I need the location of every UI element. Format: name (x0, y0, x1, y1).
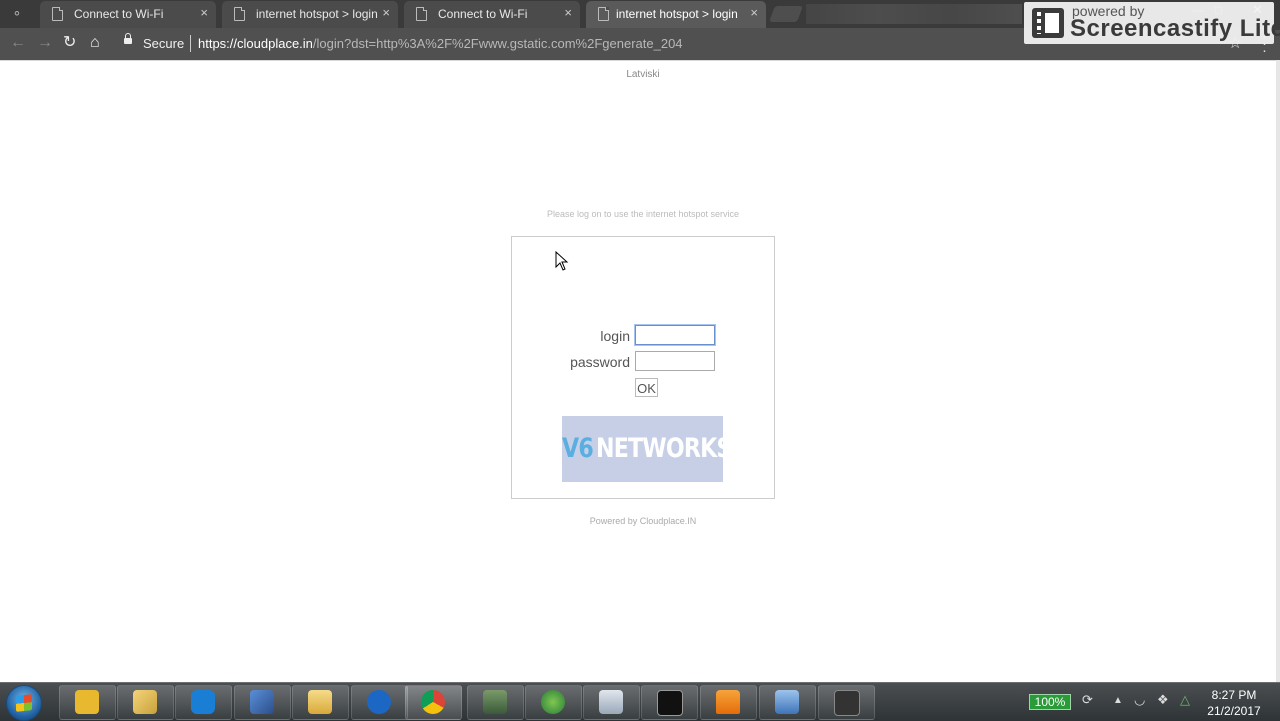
url-host: https://cloudplace.in (198, 36, 313, 51)
explorer-icon (308, 690, 332, 714)
ok-button[interactable]: OK (635, 378, 658, 397)
taskbar-globe-app[interactable] (525, 685, 582, 720)
taskbar-network-app[interactable] (351, 685, 408, 720)
control-panel-icon (775, 690, 799, 714)
close-icon[interactable]: × (200, 5, 208, 20)
tab-label: Connect to Wi-Fi (438, 7, 528, 21)
back-arrow-icon[interactable]: ← (10, 34, 26, 52)
lock-icon[interactable] (124, 33, 132, 44)
network-tool-icon (75, 690, 99, 714)
taskbar-command-prompt[interactable] (641, 685, 698, 720)
taskbar-teamviewer[interactable] (175, 685, 232, 720)
vlc-icon (716, 690, 740, 714)
password-label: password (570, 354, 630, 370)
watermark-brand: Screencastify Lite (1070, 15, 1280, 42)
page-content: Latviski Please log on to use the intern… (0, 60, 1276, 683)
tab-hotspot-login-1[interactable]: internet hotspot > login × (222, 1, 398, 28)
password-input[interactable] (635, 351, 715, 371)
page-icon (598, 7, 609, 21)
secure-label[interactable]: Secure (143, 36, 184, 51)
taskbar-utility-app[interactable] (467, 685, 524, 720)
clock-date[interactable]: 21/2/2017 (1196, 704, 1272, 718)
start-orb-icon[interactable] (6, 685, 42, 721)
close-icon[interactable]: × (382, 5, 390, 20)
taskbar-remote-desktop[interactable] (234, 685, 291, 720)
logo-v6: V6 (562, 433, 594, 464)
network-signal-icon[interactable]: ◡ (1134, 692, 1145, 708)
film-icon (1032, 8, 1064, 38)
film-strip-icon (834, 690, 860, 716)
dropbox-icon[interactable]: ❖ (1157, 692, 1169, 708)
tab-hotspot-login-active[interactable]: internet hotspot > login × (586, 1, 766, 28)
taskbar-chrome[interactable] (405, 685, 462, 720)
blurred-tab-area (806, 4, 1022, 24)
tab-connect-wifi-1[interactable]: Connect to Wi-Fi × (40, 1, 216, 28)
omnibox-separator (190, 35, 191, 52)
show-hidden-icons-arrow[interactable]: ▲ (1113, 695, 1123, 706)
login-notice: Please log on to use the internet hotspo… (546, 209, 740, 219)
page-icon (416, 7, 427, 21)
tab-connect-wifi-2[interactable]: Connect to Wi-Fi × (404, 1, 580, 28)
taskbar-media-app[interactable] (818, 685, 875, 720)
drive-icon[interactable]: △ (1180, 692, 1190, 708)
logo-networks: NETWORKS (596, 433, 732, 464)
screencastify-watermark: powered by Screencastify Lite (1024, 2, 1280, 44)
tab-label: Connect to Wi-Fi (74, 7, 164, 21)
folder-icon (133, 690, 157, 714)
forward-arrow-icon[interactable]: → (37, 34, 53, 52)
page-icon (52, 7, 63, 21)
network-app-icon (367, 690, 391, 714)
login-label: login (600, 328, 630, 344)
url-path: /login?dst=http%3A%2F%2Fwww.gstatic.com%… (312, 36, 683, 51)
home-icon[interactable]: ⌂ (90, 34, 100, 52)
taskbar-vlc[interactable] (700, 685, 757, 720)
language-link[interactable]: Latviski (0, 69, 1280, 80)
new-tab-button[interactable] (769, 6, 803, 22)
close-icon[interactable]: × (750, 5, 758, 20)
chrome-icon (421, 690, 445, 714)
v6-networks-logo: V6 NETWORKS (562, 416, 732, 482)
page-icon (234, 7, 245, 21)
tab-label: internet hotspot > login (256, 7, 378, 21)
clock-time[interactable]: 8:27 PM (1196, 688, 1272, 702)
login-input[interactable] (634, 324, 716, 346)
taskbar-control-panel[interactable] (759, 685, 816, 720)
taskbar-calculator[interactable] (583, 685, 640, 720)
windows-taskbar: 100% ⟳ ▲ ◡ ❖ △ 8:27 PM 21/2/2017 (0, 682, 1280, 721)
globe-icon (541, 690, 565, 714)
command-prompt-icon (657, 690, 683, 716)
taskbar-file-manager[interactable] (117, 685, 174, 720)
taskbar-network-tool[interactable] (59, 685, 116, 720)
remote-desktop-icon (250, 690, 274, 714)
powered-by-footer[interactable]: Powered by Cloudplace.IN (0, 516, 1280, 526)
close-icon[interactable]: × (564, 5, 572, 20)
calculator-icon (599, 690, 623, 714)
refresh-tray-icon[interactable]: ⟳ (1082, 692, 1093, 708)
utility-icon (483, 690, 507, 714)
login-box: login password OK V6 NETWORKS (511, 236, 775, 499)
incognito-icon: ⚬ (11, 6, 23, 21)
address-bar[interactable]: https://cloudplace.in/login?dst=http%3A%… (198, 36, 683, 51)
teamviewer-icon (191, 690, 215, 714)
page-scrollbar[interactable] (1276, 60, 1280, 682)
reload-icon[interactable]: ↻ (63, 34, 76, 52)
tab-label: internet hotspot > login (616, 7, 738, 21)
taskbar-windows-explorer[interactable] (292, 685, 349, 720)
battery-indicator[interactable]: 100% (1029, 694, 1071, 710)
